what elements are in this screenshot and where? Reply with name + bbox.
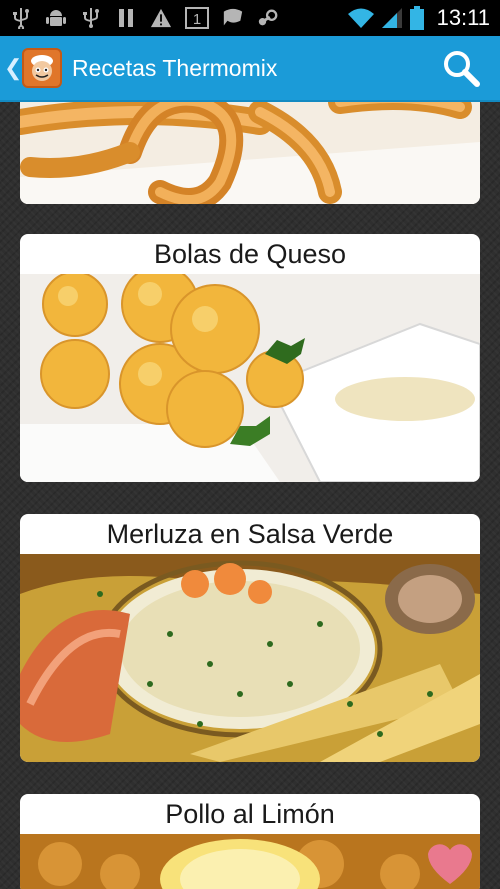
wifi-icon (347, 7, 375, 29)
recipe-title: Merluza en Salsa Verde (106, 518, 394, 549)
up-caret-icon[interactable]: ❮ (4, 55, 22, 81)
app-title: Recetas Thermomix (72, 54, 278, 81)
battery-icon (409, 6, 425, 30)
usb-icon (10, 7, 32, 29)
notification-count-icon: 1 (185, 7, 209, 29)
usb-icon (80, 7, 102, 29)
recipe-list[interactable]: Bolas de Queso Merluza en Salsa Verde Po… (0, 102, 500, 889)
notification-icons: 1 (10, 7, 279, 29)
recipe-image (20, 274, 480, 482)
recipe-card[interactable]: Bolas de Queso (20, 234, 480, 482)
action-bar: ❮ Recetas Thermomix (0, 36, 500, 102)
app-logo-icon[interactable] (22, 48, 62, 88)
recipe-image (20, 834, 480, 889)
status-bar: 1 13:11 (0, 0, 500, 36)
recipe-title: Pollo al Limón (165, 798, 335, 829)
recipe-card[interactable] (20, 102, 480, 204)
recipe-card[interactable]: Pollo al Limón (20, 794, 480, 889)
pause-icon (115, 7, 137, 29)
warning-icon (150, 7, 172, 29)
signal-icon (381, 7, 403, 29)
recipe-title: Bolas de Queso (153, 238, 347, 269)
android-debug-icon (45, 7, 67, 29)
notification-badge-text: 1 (193, 11, 201, 28)
chat-icon (222, 7, 244, 29)
recipe-card[interactable]: Merluza en Salsa Verde (20, 514, 480, 762)
recipe-image (20, 102, 480, 204)
search-icon (444, 51, 480, 87)
search-button[interactable] (440, 47, 482, 89)
steam-icon (257, 7, 279, 29)
recipe-image (20, 554, 480, 762)
clock: 13:11 (436, 5, 490, 30)
